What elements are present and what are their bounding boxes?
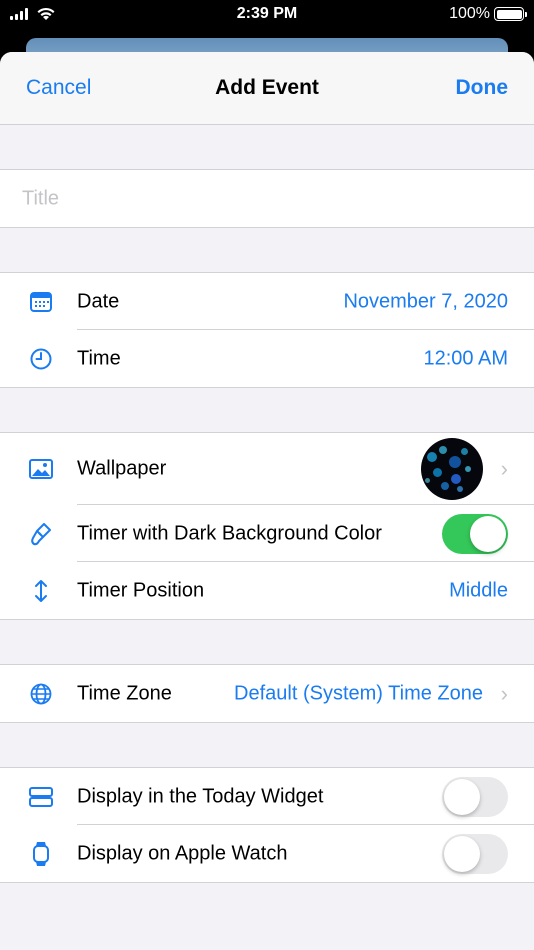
clock-icon: [28, 346, 54, 372]
title-group: [0, 169, 534, 228]
status-bar: 2:39 PM 100%: [0, 0, 534, 30]
date-value[interactable]: November 7, 2020: [343, 290, 508, 313]
today-widget-row: Display in the Today Widget: [0, 768, 534, 825]
calendar-icon: [28, 289, 54, 315]
dark-background-row: Timer with Dark Background Color: [0, 505, 534, 562]
battery-percent: 100%: [449, 5, 490, 22]
time-zone-row[interactable]: Time Zone Default (System) Time Zone ›: [0, 665, 534, 722]
wallpaper-label: Wallpaper: [77, 457, 167, 480]
navigation-bar: Cancel Add Event Done: [0, 52, 534, 125]
wallpaper-row[interactable]: Wallpaper ›: [0, 433, 534, 505]
date-time-group: Date November 7, 2020 Time 12:00 AM: [0, 272, 534, 388]
apple-watch-label: Display on Apple Watch: [77, 842, 288, 864]
up-down-arrows-icon: [28, 578, 54, 604]
time-zone-value[interactable]: Default (System) Time Zone: [234, 682, 483, 705]
appearance-group: Wallpaper › Timer with Dark Background C…: [0, 432, 534, 620]
time-value[interactable]: 12:00 AM: [423, 347, 508, 370]
apple-watch-row: Display on Apple Watch: [0, 825, 534, 882]
date-row[interactable]: Date November 7, 2020: [0, 273, 534, 330]
apple-watch-toggle[interactable]: [442, 833, 508, 874]
title-input[interactable]: [22, 187, 502, 210]
chevron-right-icon: ›: [500, 456, 508, 481]
paintbrush-icon: [28, 521, 54, 547]
timer-position-row[interactable]: Timer Position Middle: [0, 562, 534, 619]
image-icon: [28, 456, 54, 482]
watch-icon: [28, 841, 54, 867]
dark-background-toggle[interactable]: [442, 513, 508, 554]
widget-icon: [28, 784, 54, 810]
today-widget-label: Display in the Today Widget: [77, 785, 324, 807]
done-button[interactable]: Done: [456, 76, 509, 100]
page-title: Add Event: [215, 76, 319, 99]
time-zone-label: Time Zone: [77, 682, 172, 704]
title-row[interactable]: [0, 170, 534, 227]
time-zone-group: Time Zone Default (System) Time Zone ›: [0, 664, 534, 723]
wallpaper-thumbnail[interactable]: [421, 438, 483, 500]
display-group: Display in the Today Widget Display on A…: [0, 767, 534, 883]
add-event-sheet: Cancel Add Event Done Date November: [0, 52, 534, 950]
dark-background-label: Timer with Dark Background Color: [77, 522, 382, 544]
date-label: Date: [77, 290, 120, 312]
globe-icon: [28, 681, 54, 707]
chevron-right-icon: ›: [500, 680, 508, 706]
time-row[interactable]: Time 12:00 AM: [0, 330, 534, 387]
time-label: Time: [77, 347, 121, 369]
timer-position-label: Timer Position: [77, 579, 205, 601]
battery-icon: [494, 7, 527, 21]
today-widget-toggle[interactable]: [442, 776, 508, 817]
timer-position-value[interactable]: Middle: [449, 579, 508, 602]
